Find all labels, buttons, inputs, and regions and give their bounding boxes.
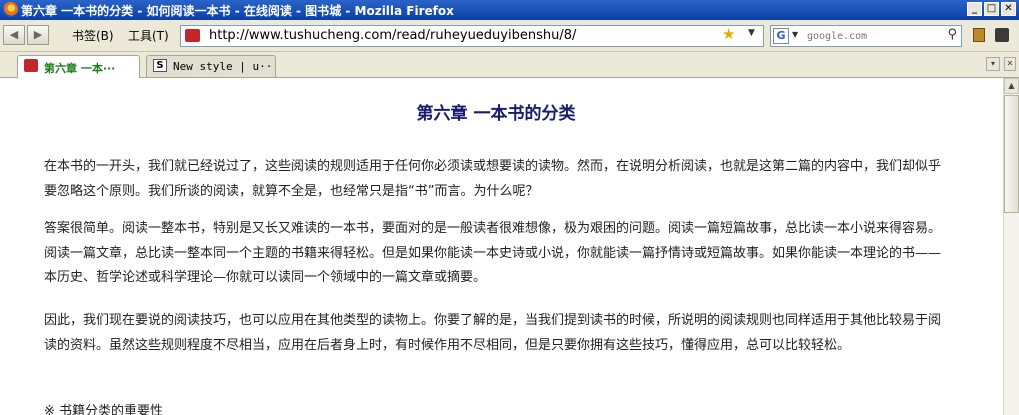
scroll-thumb[interactable] (1004, 95, 1019, 213)
engine-dropdown-icon[interactable]: ▼ (792, 30, 798, 39)
tab-label: 第六章 一本··· (44, 62, 116, 75)
article-title: 第六章 一本书的分类 (416, 104, 576, 124)
firefox-icon (3, 2, 18, 17)
s-logo-icon: S (153, 59, 167, 72)
window-title: 第六章 一本书的分类 - 如何阅读一本书 - 在线阅读 - 图书城 - Mozi… (21, 4, 454, 18)
tab-bar: 第六章 一本··· S New style | u··· ▾ ✕ (0, 52, 1019, 78)
search-input[interactable] (807, 28, 937, 44)
scroll-up-button[interactable]: ▲ (1004, 78, 1019, 94)
tab-list-button[interactable]: ▾ (986, 57, 1000, 71)
tab-close-button[interactable]: ✕ (1004, 57, 1016, 71)
article-paragraph: 答案很简单。阅读一整本书，特别是又长又难读的一本书，要面对的是一般读者很难想像，… (44, 221, 942, 285)
url-text[interactable]: http://www.tushucheng.com/read/ruheyuedu… (209, 28, 576, 43)
minimize-button[interactable]: _ (967, 2, 982, 16)
red-book-icon (24, 59, 38, 72)
url-dropdown-icon[interactable]: ▼ (748, 28, 755, 38)
search-box[interactable]: G ▼ ⚲ (770, 25, 962, 47)
maximize-button[interactable]: □ (984, 2, 999, 16)
tools-menu[interactable]: 工具(T) (128, 27, 169, 44)
section-heading: ※ 书籍分类的重要性 (44, 404, 164, 415)
page-content: 第六章 一本书的分类 在本书的一开头，我们就已经说过了，这些阅读的规则适用于任何… (0, 78, 1003, 415)
window-titlebar: 第六章 一本书的分类 - 如何阅读一本书 - 在线阅读 - 图书城 - Mozi… (0, 0, 1019, 20)
addon-icon[interactable] (973, 28, 985, 42)
vertical-scrollbar[interactable]: ▲ (1003, 78, 1019, 415)
bookmark-star-icon[interactable]: ★ (722, 25, 735, 43)
navigation-toolbar: ◀ ▶ 书签(B) 工具(T) http://www.tushucheng.co… (0, 20, 1019, 52)
forward-button[interactable]: ▶ (27, 25, 49, 45)
article-paragraph: 在本书的一开头，我们就已经说过了，这些阅读的规则适用于任何你必须读或想要读的读物… (44, 159, 942, 199)
tab-label: New style | u··· (173, 60, 276, 73)
search-icon[interactable]: ⚲ (947, 27, 957, 42)
article-paragraph: 因此，我们现在要说的阅读技巧，也可以应用在其他类型的读物上。你要了解的是，当我们… (44, 313, 942, 353)
close-button[interactable]: ✕ (1001, 2, 1016, 16)
tab-new-style[interactable]: S New style | u··· (146, 55, 276, 77)
toolbar-extension-icon[interactable] (995, 28, 1009, 42)
red-book-icon (185, 29, 200, 42)
url-bar[interactable]: http://www.tushucheng.com/read/ruheyuedu… (180, 25, 764, 47)
google-engine-icon[interactable]: G (773, 28, 789, 44)
back-button[interactable]: ◀ (3, 25, 25, 45)
tab-chapter6[interactable]: 第六章 一本··· (17, 55, 140, 78)
bookmarks-menu[interactable]: 书签(B) (72, 27, 114, 44)
